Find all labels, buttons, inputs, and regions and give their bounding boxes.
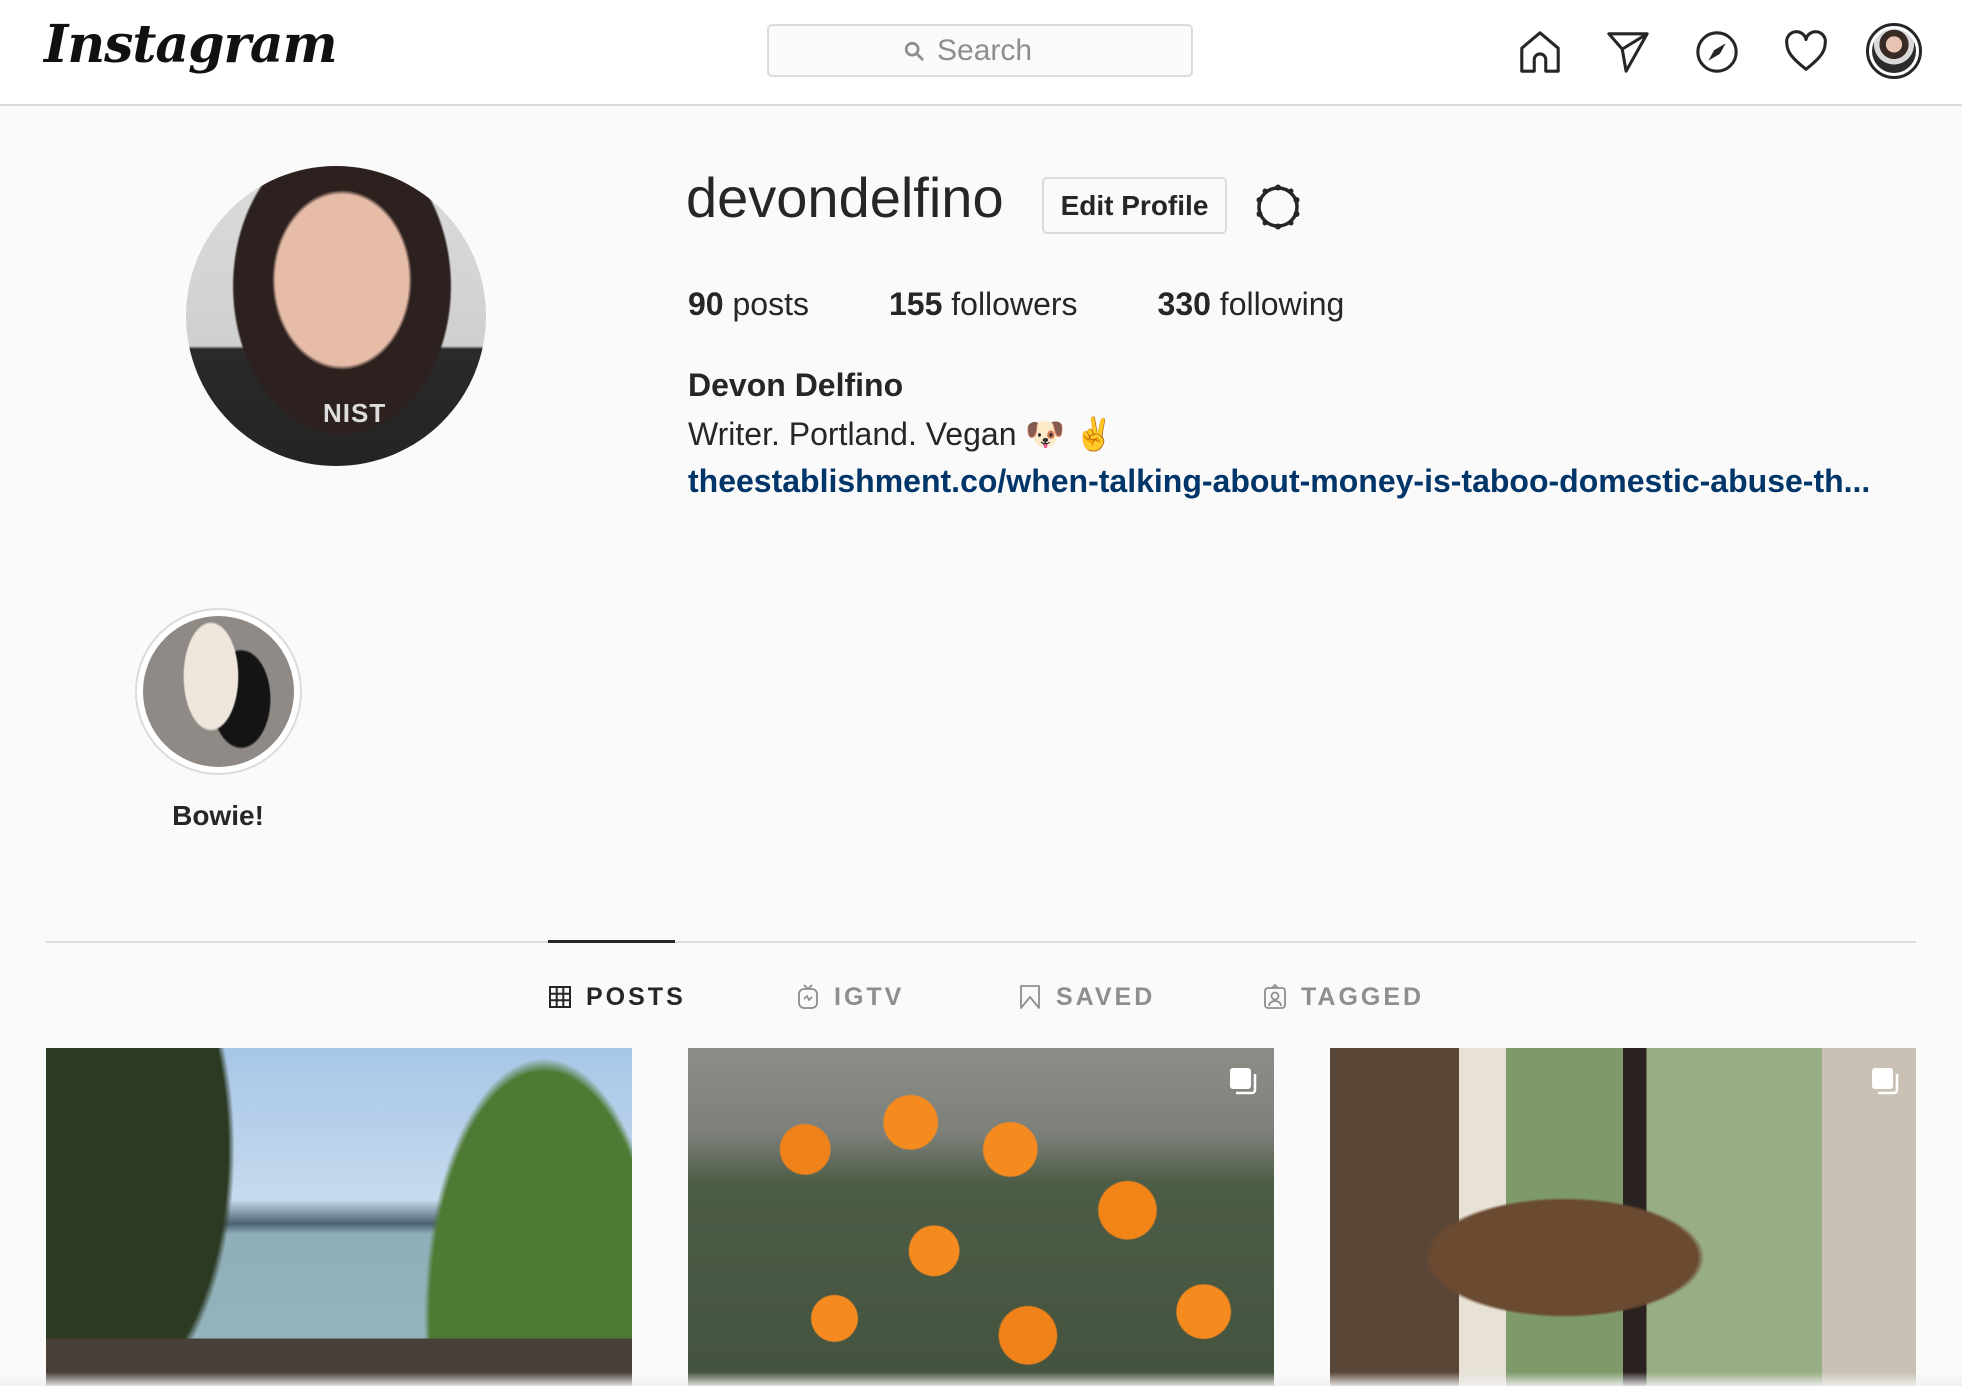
bookmark-icon	[1020, 985, 1040, 1009]
post-thumbnail[interactable]	[1330, 1048, 1916, 1386]
search-box[interactable]	[767, 24, 1193, 77]
search-input[interactable]	[937, 33, 1057, 68]
profile-picture[interactable]: NIST	[186, 166, 486, 466]
tabs-divider	[46, 941, 1916, 943]
profile-username: devondelfino	[686, 166, 1004, 229]
gear-icon	[1256, 184, 1300, 230]
story-highlight[interactable]	[135, 608, 302, 775]
tab-tagged-label: TAGGED	[1301, 982, 1425, 1011]
home-icon	[1520, 31, 1560, 73]
igtv-icon	[798, 984, 818, 1009]
explore-button[interactable]	[1693, 27, 1741, 77]
followers-count[interactable]: 155 followers	[889, 286, 1078, 323]
home-button[interactable]	[1516, 27, 1564, 77]
profile-stats: 90 posts 155 followers 330 following	[688, 286, 1424, 323]
tab-posts-label: POSTS	[586, 982, 686, 1011]
multiple-images-icon	[1872, 1068, 1899, 1095]
profile-website-link[interactable]: theestablishment.co/when-talking-about-m…	[688, 463, 1870, 500]
post-thumbnail[interactable]	[688, 1048, 1274, 1386]
profile-bio: Writer. Portland. Vegan 🐶 ✌️	[688, 416, 1114, 452]
highlight-cover-image	[143, 616, 294, 767]
posts-count: 90 posts	[688, 286, 809, 322]
tab-posts[interactable]: POSTS	[548, 980, 686, 1014]
avatar	[1872, 29, 1916, 73]
bottom-fade	[0, 1372, 1962, 1386]
multiple-images-icon	[1230, 1068, 1257, 1095]
profile-avatar-button[interactable]	[1866, 23, 1922, 79]
post-thumbnail[interactable]	[46, 1048, 632, 1386]
edit-profile-button[interactable]: Edit Profile	[1042, 177, 1227, 234]
settings-button[interactable]	[1252, 181, 1304, 233]
highlight-label: Bowie!	[172, 800, 264, 831]
profile-full-name: Devon Delfino	[688, 367, 904, 403]
activity-button[interactable]	[1782, 27, 1830, 77]
grid-icon	[549, 986, 571, 1008]
instagram-logo[interactable]: Instagram	[44, 14, 338, 75]
tab-saved-label: SAVED	[1056, 982, 1156, 1011]
tab-igtv[interactable]: IGTV	[796, 980, 904, 1014]
search-icon	[904, 41, 924, 61]
active-tab-indicator	[548, 940, 675, 943]
tagged-person-icon	[1264, 984, 1286, 1009]
tab-saved[interactable]: SAVED	[1018, 980, 1155, 1014]
following-count[interactable]: 330 following	[1158, 286, 1345, 323]
activity-heart-icon	[1785, 30, 1827, 71]
explore-compass-icon	[1696, 31, 1738, 73]
tab-igtv-label: IGTV	[834, 982, 905, 1011]
avatar-shirt-text: NIST	[323, 398, 387, 428]
direct-messages-icon	[1607, 32, 1649, 73]
tab-tagged[interactable]: TAGGED	[1263, 980, 1424, 1014]
direct-messages-button[interactable]	[1604, 27, 1652, 77]
